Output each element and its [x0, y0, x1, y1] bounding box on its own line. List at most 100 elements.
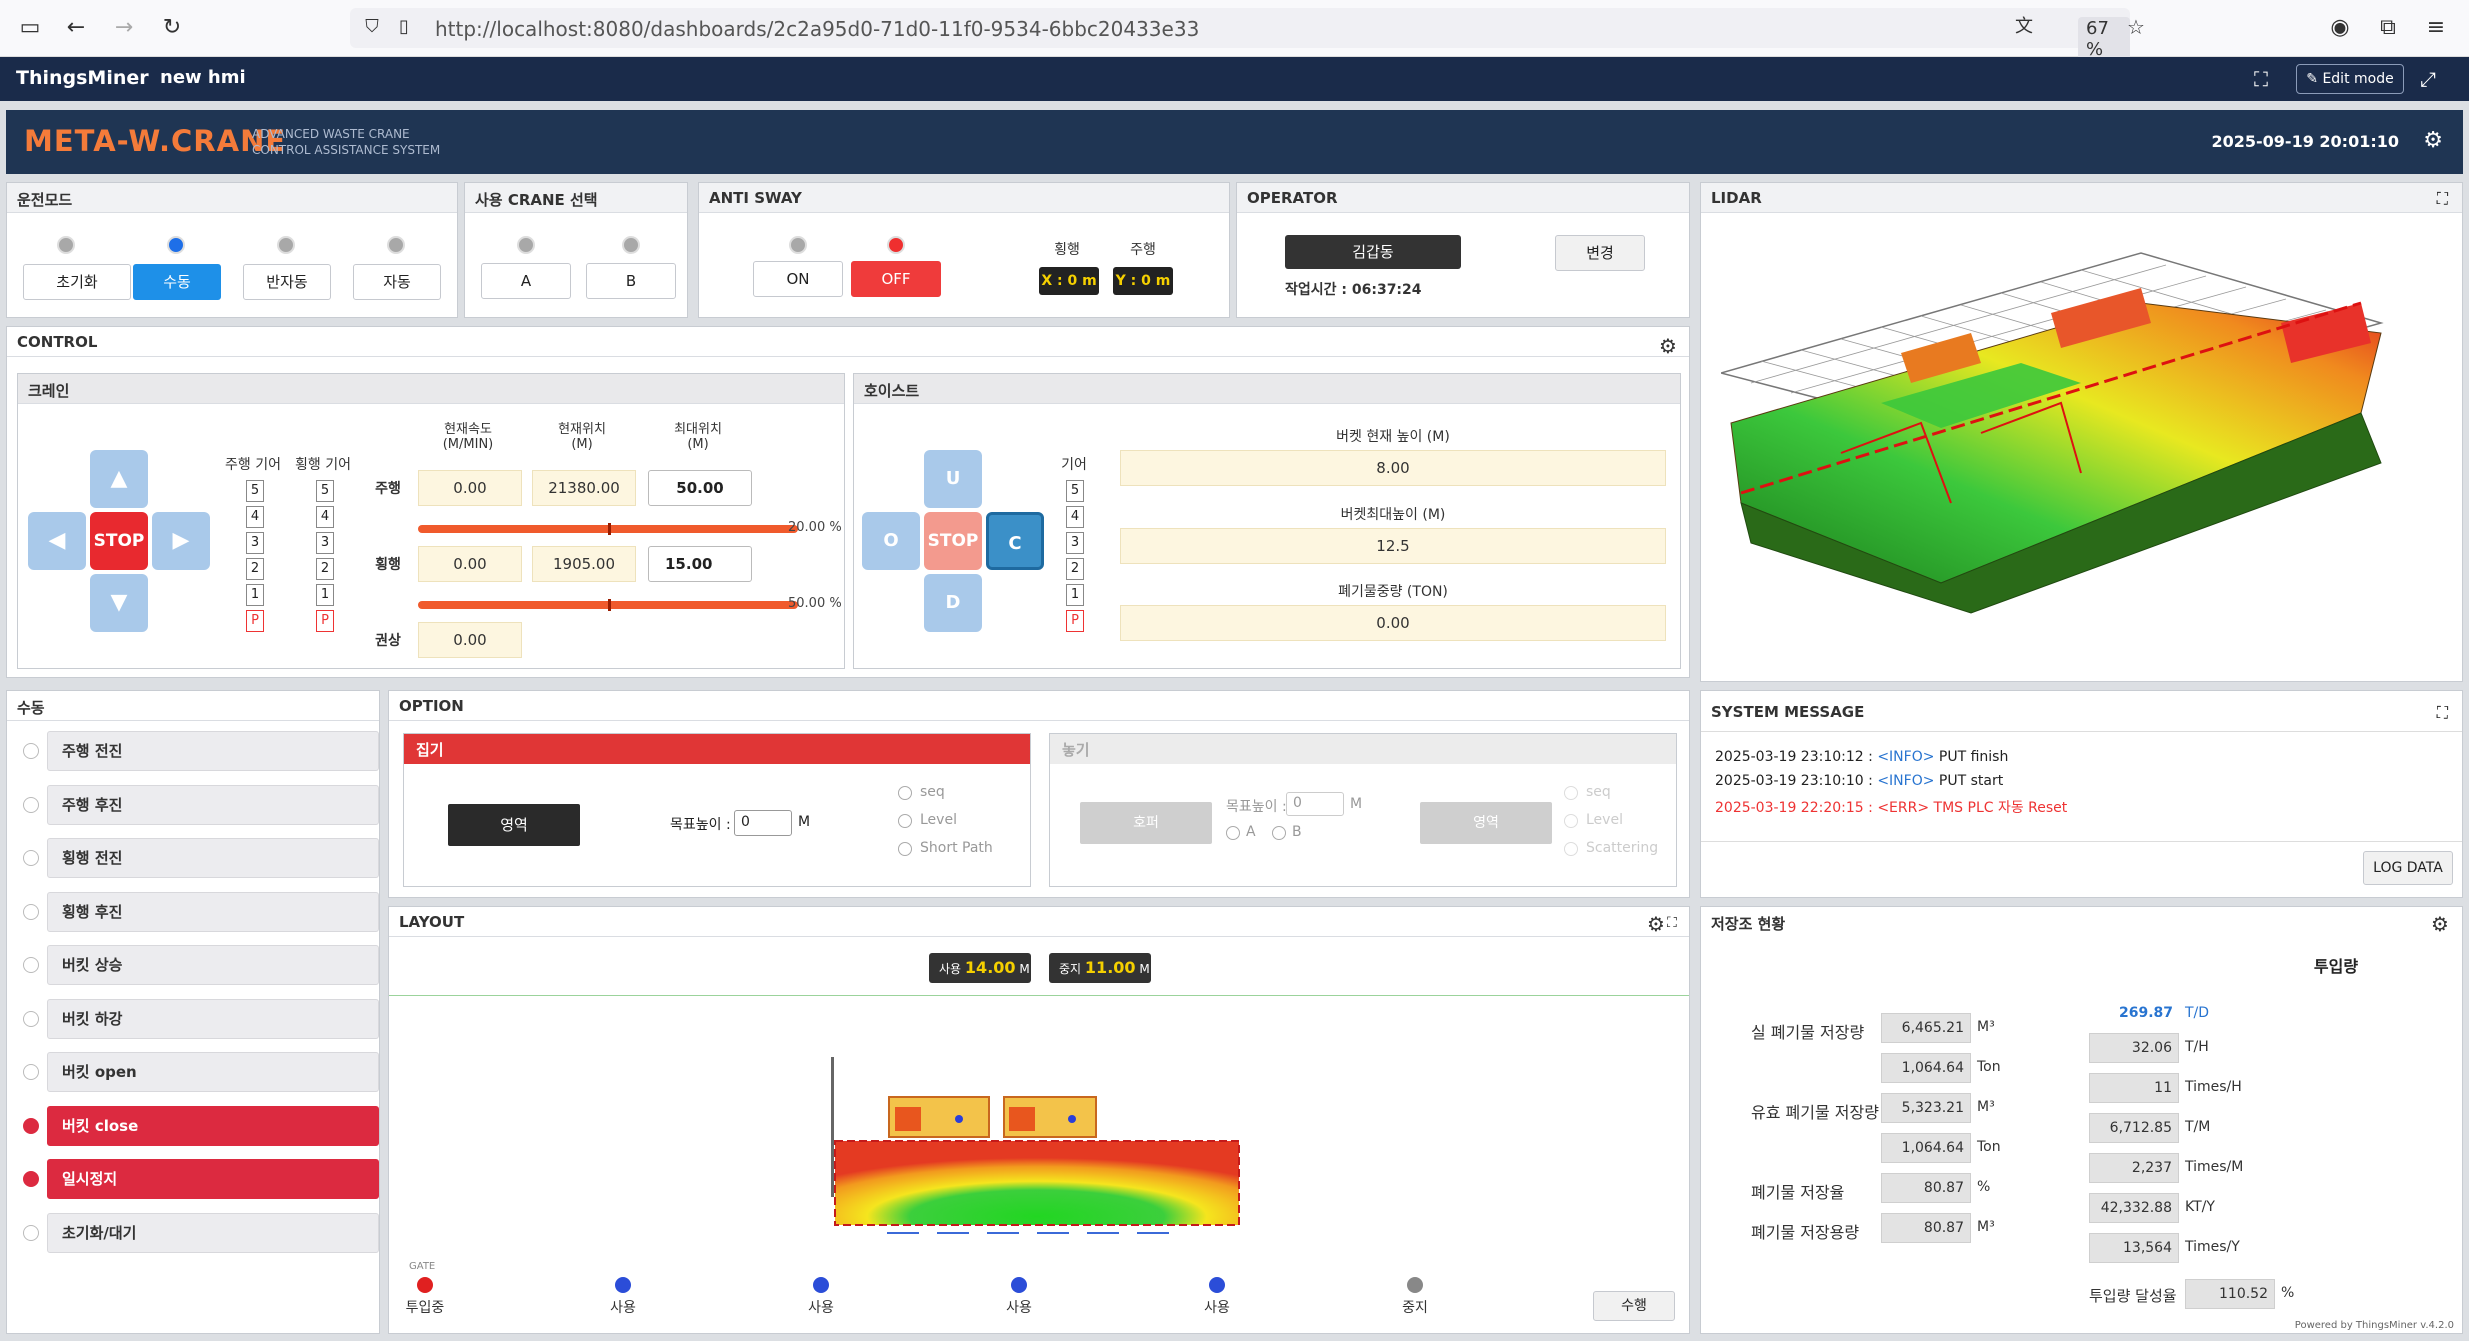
manual-command-button[interactable]: 버킷 상승 [47, 945, 379, 985]
drive-max-input[interactable]: 50.00 [648, 470, 752, 506]
hoist-up-button[interactable]: U [924, 450, 982, 508]
crane-b-button[interactable]: B [586, 263, 676, 299]
real-storage-ton: 1,064.64 [1881, 1053, 1971, 1083]
place-scatter-radio[interactable] [1564, 842, 1578, 856]
hoist-stop-button[interactable]: STOP [924, 512, 982, 570]
max-header: 최대위치 (M) [648, 418, 748, 452]
drive-percent: 20.00 % [788, 520, 842, 535]
use-label: 사용 [939, 962, 962, 976]
crane-stop-button[interactable]: STOP [90, 512, 148, 570]
message-tag: <ERR> [1877, 800, 1930, 816]
manual-command-button[interactable]: 주행 후진 [47, 784, 379, 825]
fullscreen-icon[interactable]: ⛶ [2254, 67, 2268, 91]
manual-command-button[interactable]: 초기화/대기 [47, 1212, 379, 1253]
gear-5: 5 [1066, 480, 1084, 502]
layout-execute-button[interactable]: 수행 [1593, 1291, 1675, 1321]
place-target-input[interactable]: 0 [1286, 792, 1344, 816]
position-header: 현재위치 (M) [532, 418, 632, 452]
mode-init-button[interactable]: 초기화 [23, 264, 131, 300]
grab-short-radio[interactable] [898, 842, 912, 856]
input-per-day-unit: T/D [2185, 1005, 2210, 1021]
drive-slider[interactable] [418, 523, 798, 535]
hoist-close-button[interactable]: C [986, 512, 1044, 570]
control-settings-icon[interactable]: ⚙ [1657, 335, 1679, 357]
manual-command-button[interactable]: 버킷 close [47, 1105, 379, 1146]
manual-command-button[interactable]: 일시정지 [47, 1159, 379, 1199]
operator-change-button[interactable]: 변경 [1555, 235, 1645, 271]
mode-auto-button[interactable]: 자동 [353, 264, 441, 300]
manual-radio[interactable] [23, 1171, 39, 1187]
manual-radio[interactable] [23, 743, 39, 759]
edit-mode-button[interactable]: ✎ Edit mode [2296, 64, 2404, 94]
place-area-button[interactable]: 영역 [1420, 802, 1552, 844]
anti-sway-on-button[interactable]: ON [753, 261, 843, 297]
sysmsg-divider-bottom [1701, 841, 2462, 842]
expand-icon[interactable]: ⤢ [2420, 67, 2436, 91]
bookmark-star-icon[interactable]: ☆ [2122, 13, 2150, 41]
place-scatter-label: Scattering [1586, 840, 1659, 856]
sysmsg-expand-icon[interactable]: ⛶ [2437, 703, 2448, 723]
menu-icon[interactable]: ≡ [2422, 14, 2450, 42]
reload-icon[interactable]: ↻ [158, 14, 186, 42]
layout-expand-icon[interactable]: ⛶ [1667, 915, 1677, 931]
layout-panel: LAYOUT ⚙ ⛶ 사용 14.00 M 중지 11.00 M GATE 투입… [388, 906, 1690, 1334]
layout-settings-icon[interactable]: ⚙ [1645, 913, 1667, 935]
place-b-radio[interactable] [1272, 826, 1286, 840]
grab-seq-radio[interactable] [898, 786, 912, 800]
layout-title: LAYOUT [389, 907, 1689, 937]
hoist-open-button[interactable]: O [862, 512, 920, 570]
system-message-title: SYSTEM MESSAGE [1701, 697, 2462, 727]
grab-level-radio[interactable] [898, 814, 912, 828]
input-per-month-unit: T/M [2185, 1119, 2211, 1135]
manual-command-button[interactable]: 횡행 후진 [47, 891, 379, 932]
traverse-slider[interactable] [418, 599, 798, 611]
address-bar[interactable]: ⛉ ▯ http://localhost:8080/dashboards/2c2… [350, 8, 2145, 61]
translate-icon[interactable]: 文 [2010, 13, 2038, 41]
message-text: PUT finish [1938, 749, 2009, 765]
manual-radio[interactable] [23, 796, 39, 813]
log-data-button[interactable]: LOG DATA [2363, 851, 2453, 885]
storage-settings-icon[interactable]: ⚙ [2429, 913, 2451, 935]
waste-weight: 0.00 [1120, 605, 1666, 641]
place-seq-radio[interactable] [1564, 786, 1578, 800]
crane-down-button[interactable]: ▼ [90, 574, 148, 632]
crane-up-button[interactable]: ▲ [90, 450, 148, 508]
hoist-down-button[interactable]: D [924, 574, 982, 632]
manual-radio[interactable] [23, 1010, 39, 1027]
crane-right-button[interactable]: ▶ [152, 512, 210, 570]
place-a-radio[interactable] [1226, 826, 1240, 840]
message-time: 2025-03-19 22:20:15 : [1715, 800, 1873, 816]
lidar-expand-icon[interactable]: ⛶ [2437, 189, 2448, 209]
mode-manual-button[interactable]: 수동 [133, 264, 221, 300]
manual-command-button[interactable]: 주행 전진 [47, 731, 379, 771]
manual-radio[interactable] [23, 1064, 39, 1080]
manual-command-button[interactable]: 버킷 open [47, 1052, 379, 1092]
manual-command-button[interactable]: 횡행 전진 [47, 838, 379, 878]
place-hopper-button[interactable]: 호퍼 [1080, 802, 1212, 844]
forward-icon[interactable]: → [110, 14, 138, 42]
manual-command-button[interactable]: 버킷 하강 [47, 998, 379, 1039]
system-message-line: 2025-03-19 22:20:15 : <ERR> TMS PLC 자동 R… [1715, 797, 2067, 817]
extensions-icon[interactable]: ⧉ [2374, 14, 2402, 42]
grab-target-input[interactable]: 0 [734, 810, 792, 836]
manual-radio[interactable] [23, 1224, 39, 1241]
gear-2: 2 [316, 558, 334, 580]
back-icon[interactable]: ← [62, 14, 90, 42]
settings-icon[interactable]: ⚙ [2423, 128, 2443, 153]
crane-left-button[interactable]: ◀ [28, 512, 86, 570]
drive-slider-knob[interactable] [608, 523, 611, 535]
manual-radio[interactable] [23, 850, 39, 866]
manual-radio[interactable] [23, 957, 39, 973]
manual-radio[interactable] [23, 1117, 39, 1134]
anti-sway-off-button[interactable]: OFF [851, 261, 941, 297]
place-level-radio[interactable] [1564, 814, 1578, 828]
account-icon[interactable]: ◉ [2326, 14, 2354, 42]
crane-a-button[interactable]: A [481, 263, 571, 299]
sidebar-toggle-icon[interactable]: ▭ [16, 14, 44, 42]
manual-radio[interactable] [23, 903, 39, 920]
grab-area-button[interactable]: 영역 [448, 804, 580, 846]
drive-speed: 0.00 [418, 470, 522, 506]
traverse-slider-knob[interactable] [608, 599, 611, 611]
traverse-max-input[interactable]: 15.00 [648, 546, 752, 582]
mode-semi-button[interactable]: 반자동 [243, 264, 331, 300]
